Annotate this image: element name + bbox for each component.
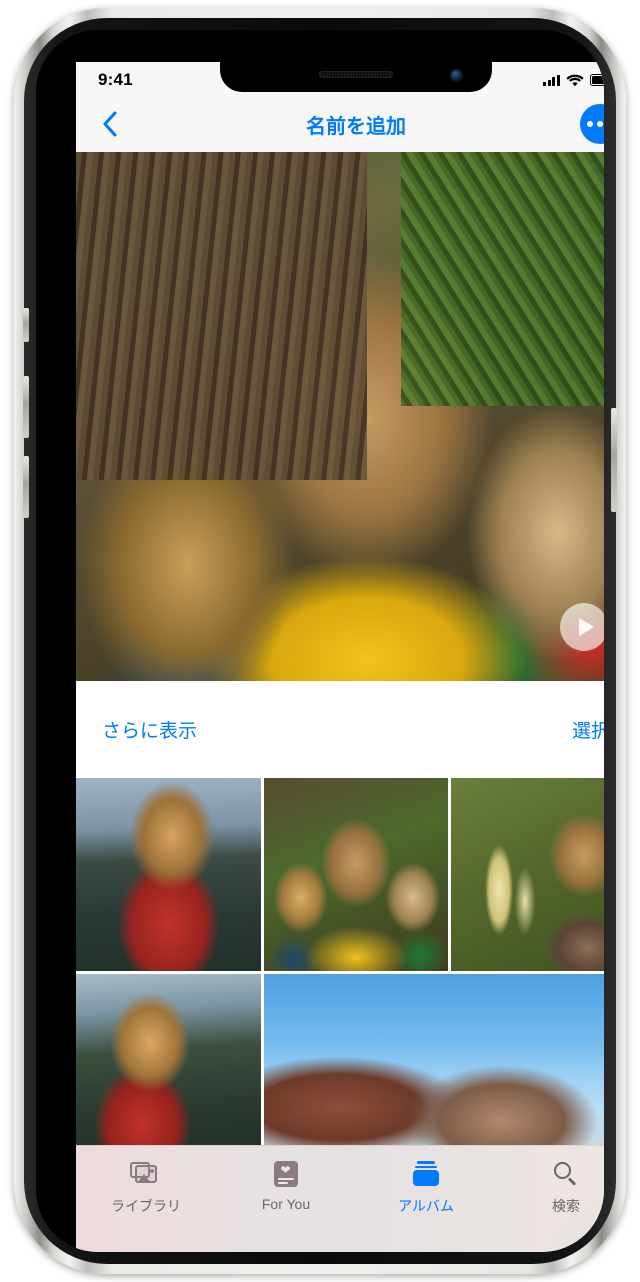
for-you-heart-icon: ❤ — [274, 1160, 298, 1188]
hero-background-foliage — [400, 152, 604, 406]
ellipsis-dot — [597, 121, 603, 127]
volume-up-button[interactable] — [23, 376, 29, 438]
tab-label: For You — [261, 1196, 311, 1212]
tab-library[interactable]: ライブラリ — [76, 1160, 216, 1216]
tab-label: 検索 — [552, 1198, 580, 1214]
wifi-icon — [566, 74, 584, 86]
photo-grid — [76, 778, 604, 1145]
tab-albums[interactable]: アルバム — [356, 1160, 496, 1216]
volume-down-button[interactable] — [23, 456, 29, 518]
page-title: 名前を追加 — [306, 115, 406, 138]
tab-label: アルバム — [398, 1198, 454, 1214]
magnifier-icon — [553, 1160, 579, 1188]
hero-memory-media[interactable] — [76, 152, 604, 681]
actions-row: さらに表示 選択 — [76, 681, 604, 778]
show-more-button[interactable]: さらに表示 — [102, 716, 197, 743]
front-camera-icon — [451, 70, 462, 81]
back-button[interactable] — [92, 107, 126, 141]
photo-grid-row — [76, 778, 604, 971]
tab-search[interactable]: 検索 — [496, 1160, 604, 1216]
tab-bar: ライブラリ ❤ For You アルバム 検索 — [76, 1145, 604, 1252]
ellipsis-dot — [586, 121, 593, 127]
albums-icon — [412, 1160, 440, 1188]
photo-sky-selfie[interactable] — [264, 974, 604, 1145]
display-notch — [220, 62, 492, 92]
photo-grid-row — [76, 974, 604, 1145]
side-power-button[interactable] — [611, 408, 617, 512]
photo-lake-forest[interactable] — [76, 974, 261, 1145]
device-bezel: 9:41 名前を追加 さらに表示 選択 ライブラリ ❤ For You アルバム… — [36, 30, 604, 1252]
screenshot-root: 9:41 名前を追加 さらに表示 選択 ライブラリ ❤ For You アルバム… — [0, 0, 640, 1282]
status-time: 9:41 — [98, 70, 133, 89]
tab-label: ライブラリ — [111, 1198, 181, 1214]
iphone-device-frame: 9:41 名前を追加 さらに表示 選択 ライブラリ ❤ For You アルバム… — [14, 8, 626, 1274]
chevron-left-icon — [102, 111, 117, 137]
more-options-button[interactable] — [580, 104, 604, 144]
photo-three-siblings[interactable] — [263, 778, 449, 971]
tab-for-you[interactable]: ❤ For You — [216, 1160, 356, 1212]
play-button[interactable] — [560, 603, 604, 651]
photo-beargrass-flowers[interactable] — [451, 778, 604, 971]
photo-lake-red-hoodie[interactable] — [76, 778, 261, 971]
photo-library-icon — [130, 1160, 162, 1188]
mute-switch-button[interactable] — [23, 308, 29, 342]
play-icon — [578, 618, 594, 636]
hero-background-bark — [76, 152, 368, 480]
battery-full-icon — [590, 74, 604, 86]
select-button[interactable]: 選択 — [572, 716, 604, 743]
status-indicators — [543, 74, 604, 87]
earpiece-speaker-icon — [319, 71, 393, 78]
cellular-bars-icon — [543, 74, 560, 86]
phone-screen: 9:41 名前を追加 さらに表示 選択 ライブラリ ❤ For You アルバム… — [76, 62, 604, 1252]
navigation-bar: 名前を追加 — [76, 96, 604, 152]
